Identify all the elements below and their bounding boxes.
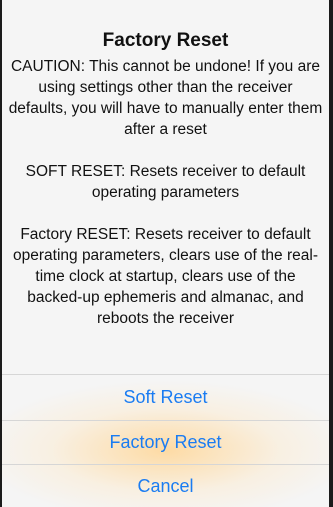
soft-reset-button[interactable]: Soft Reset xyxy=(2,376,329,419)
caution-message: CAUTION: This cannot be undone! If you a… xyxy=(8,58,323,138)
alert-content: Factory Reset CAUTION: This cannot be un… xyxy=(2,30,329,329)
separator xyxy=(2,374,329,375)
factory-reset-description: Factory RESET: Resets receiver to defaul… xyxy=(13,226,318,327)
factory-reset-alert: Factory Reset CAUTION: This cannot be un… xyxy=(2,0,329,507)
alert-title: Factory Reset xyxy=(102,30,229,51)
soft-reset-description: SOFT RESET: Resets receiver to default o… xyxy=(25,163,306,201)
cancel-button[interactable]: Cancel xyxy=(2,465,329,507)
factory-reset-button[interactable]: Factory Reset xyxy=(2,421,329,464)
screen-frame: Factory Reset CAUTION: This cannot be un… xyxy=(0,0,333,507)
